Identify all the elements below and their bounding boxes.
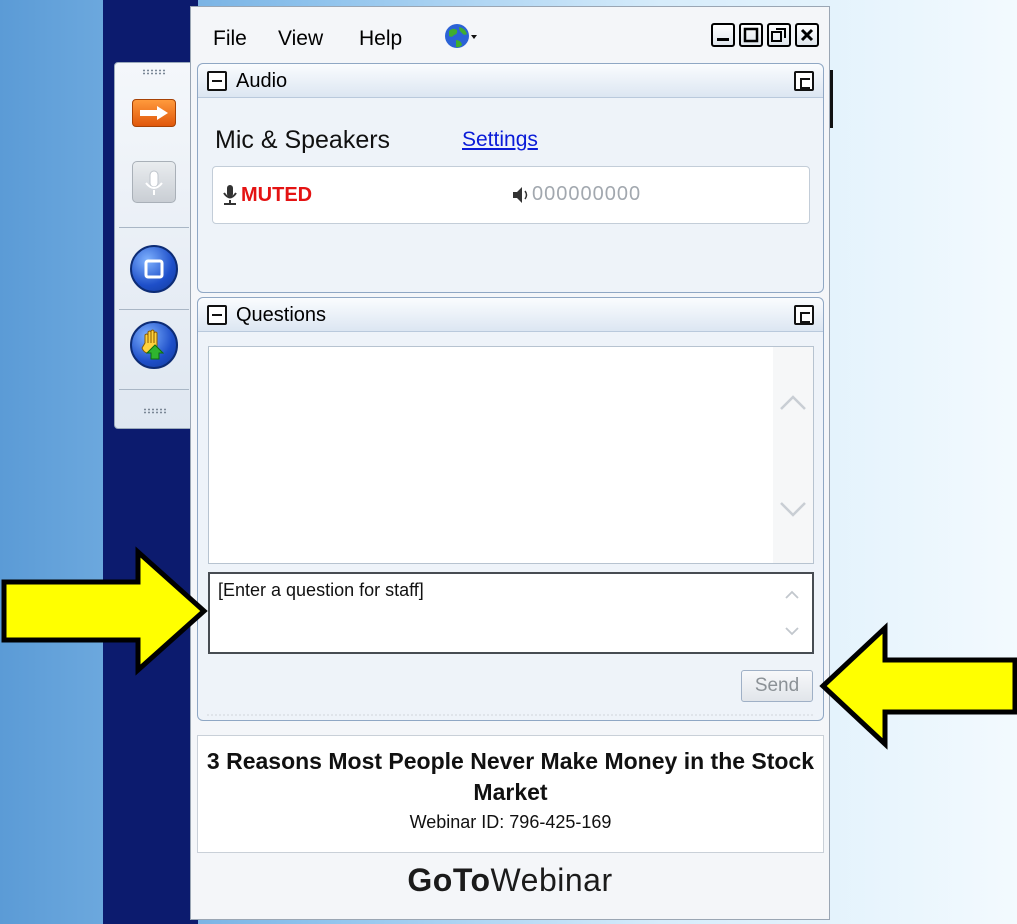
muted-status: MUTED (241, 184, 313, 206)
speaker-level-meter: 000000000 (532, 183, 642, 205)
audio-panel-title: Audio (236, 70, 288, 92)
arrow-right-icon (1, 546, 208, 676)
popout-icon[interactable] (794, 305, 814, 325)
questions-panel-header: Questions (198, 298, 823, 332)
popout-icon[interactable] (794, 71, 814, 91)
screen-icon (144, 259, 164, 279)
raise-hand-icon (141, 329, 165, 360)
window-controls (711, 23, 819, 47)
minimize-icon (717, 38, 729, 41)
webinar-title: 3 Reasons Most People Never Make Money i… (206, 748, 815, 805)
audio-mode-label: Mic & Speakers (215, 126, 391, 154)
toolbar-grip-bottom[interactable] (143, 408, 167, 414)
panel-resize-grip[interactable] (206, 714, 815, 716)
arrow-left-icon (819, 622, 1017, 750)
scroll-up-icon (785, 590, 799, 599)
questions-log[interactable] (208, 346, 814, 564)
question-input-box: [Enter a question for staff] (208, 572, 814, 654)
restore-button[interactable] (767, 23, 791, 47)
logo-goto: GoTo (407, 862, 491, 898)
gotowebinar-logo: GoToWebinar (191, 862, 829, 899)
restore-icon (771, 28, 786, 42)
maximize-button[interactable] (739, 23, 763, 47)
gotowebinar-window: File View Help Audio Mic & Speakers Sett… (190, 6, 830, 920)
screen-button[interactable] (130, 245, 178, 293)
toolbar-grip-top[interactable] (142, 69, 166, 75)
scroll-down-icon (780, 502, 806, 517)
close-button[interactable] (795, 23, 819, 47)
question-input[interactable]: [Enter a question for staff] (210, 574, 776, 652)
collapse-icon[interactable] (207, 305, 227, 325)
toolbar-separator (119, 389, 189, 390)
toolbar-separator (119, 227, 189, 228)
audio-panel-header: Audio (198, 64, 823, 98)
raise-hand-button[interactable] (130, 321, 178, 369)
audio-panel: Audio Mic & Speakers Settings MUTED 0000… (197, 63, 824, 293)
microphone-icon (223, 185, 237, 205)
mute-button[interactable] (132, 161, 176, 203)
arrow-right-icon (140, 106, 168, 120)
scroll-arrows (780, 395, 806, 517)
webinar-info: 3 Reasons Most People Never Make Money i… (197, 735, 824, 853)
logo-webinar: Webinar (490, 862, 613, 898)
webinar-id: Webinar ID: 796-425-169 (409, 812, 612, 832)
audio-settings-link[interactable]: Settings (462, 128, 538, 152)
control-toolbar (114, 62, 194, 429)
minimize-button[interactable] (711, 23, 735, 47)
background-divider (830, 70, 833, 128)
menu-bar: File View Help (191, 7, 829, 63)
microphone-icon (145, 170, 163, 195)
collapse-icon[interactable] (207, 71, 227, 91)
close-icon (800, 28, 814, 42)
menu-file[interactable]: File (213, 27, 247, 51)
scroll-down-icon (785, 627, 799, 636)
scroll-up-icon (780, 395, 806, 410)
menu-help[interactable]: Help (359, 27, 402, 51)
globe-icon[interactable] (444, 22, 478, 52)
maximize-icon (743, 27, 759, 43)
scroll-arrows (785, 590, 799, 636)
menu-view[interactable]: View (278, 27, 323, 51)
audio-status-box: MUTED 000000000 (212, 166, 810, 224)
speaker-icon (513, 187, 528, 203)
questions-log-scrollbar[interactable] (773, 347, 813, 563)
questions-panel: Questions [Enter a question for staff] S… (197, 297, 824, 721)
show-hide-panel-button[interactable] (132, 99, 176, 127)
send-button[interactable]: Send (741, 670, 813, 702)
questions-panel-title: Questions (236, 304, 327, 326)
question-input-scrollbar[interactable] (772, 574, 812, 652)
toolbar-separator (119, 309, 189, 310)
